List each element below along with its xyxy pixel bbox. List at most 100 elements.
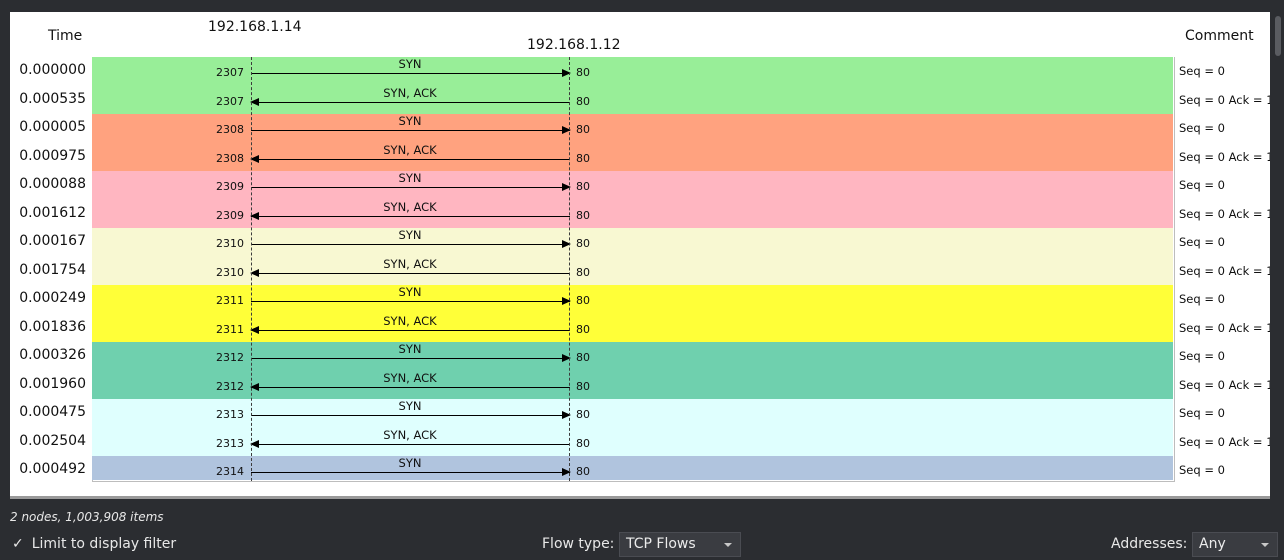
source-port: 2309 [216,180,244,193]
source-port: 2307 [216,94,244,108]
arrow-right[interactable] [251,126,571,134]
row-time[interactable]: 0.000492 [14,461,86,477]
row-time[interactable]: 0.000249 [14,290,86,306]
host-b-lifeline [569,57,570,481]
row-comment: Seq = 0 [1179,349,1225,363]
row-comment: Seq = 0 Ack = 1 [1179,149,1270,164]
destination-port: 80 [576,379,590,393]
row-comment: Seq = 0 Ack = 1 [1179,92,1270,107]
arrow-right[interactable] [251,297,571,305]
source-port: 2310 [216,237,244,250]
row-comment: Seq = 0 [1179,178,1225,192]
flow-band [92,456,1173,480]
source-port: 2313 [216,436,244,450]
row-comment: Seq = 0 [1179,235,1225,249]
row-comment: Seq = 0 Ack = 1 [1179,206,1270,221]
flow-type-label: Flow type: [542,536,615,552]
row-time[interactable]: 0.000475 [14,404,86,420]
destination-port: 80 [576,322,590,336]
arrow-right[interactable] [251,411,571,419]
comment-column-header: Comment [1185,28,1254,44]
destination-port: 80 [576,465,590,478]
arrow-right[interactable] [251,354,571,362]
row-time[interactable]: 0.000000 [14,62,86,78]
arrow-right[interactable] [251,69,571,77]
packet-label[interactable]: SYN, ACK [290,371,530,385]
arrow-left[interactable] [250,97,570,106]
arrow-right[interactable] [251,468,571,476]
row-time[interactable]: 0.000005 [14,119,86,135]
host-b-header: 192.168.1.12 [527,37,621,53]
source-port: 2311 [216,294,244,307]
row-time[interactable]: 0.000167 [14,233,86,249]
destination-port: 80 [576,436,590,450]
packet-label[interactable]: SYN [290,228,530,242]
row-time[interactable]: 0.000975 [14,148,86,164]
packet-label[interactable]: SYN [290,114,530,128]
source-port: 2312 [216,379,244,393]
destination-port: 80 [576,208,590,222]
row-time[interactable]: 0.001960 [14,376,86,392]
host-a-header: 192.168.1.14 [208,19,302,35]
scrollbar-thumb[interactable] [1275,16,1281,56]
row-time[interactable]: 0.001754 [14,262,86,278]
row-time[interactable]: 0.001836 [14,319,86,335]
destination-port: 80 [576,94,590,108]
destination-port: 80 [576,408,590,421]
row-comment: Seq = 0 Ack = 1 [1179,434,1270,449]
status-text: 2 nodes, 1,003,908 items [10,510,164,524]
source-port: 2313 [216,408,244,421]
packet-label[interactable]: SYN, ACK [290,257,530,271]
flow-graph-panel[interactable]: Time 192.168.1.14 192.168.1.12 Comment 0… [10,12,1270,496]
arrow-left[interactable] [250,382,570,391]
vertical-scrollbar[interactable] [1272,12,1284,496]
arrow-right[interactable] [251,240,571,248]
packet-label[interactable]: SYN, ACK [290,314,530,328]
destination-port: 80 [576,237,590,250]
row-time[interactable]: 0.002504 [14,433,86,449]
packet-label[interactable]: SYN [290,57,530,71]
row-comment: Seq = 0 [1179,292,1225,306]
time-column-header: Time [48,28,83,44]
arrow-left[interactable] [250,439,570,448]
packet-label[interactable]: SYN [290,171,530,185]
limit-to-display-filter-checkbox[interactable]: ✓ Limit to display filter [12,536,176,552]
row-comment: Seq = 0 [1179,406,1225,420]
packet-label[interactable]: SYN, ACK [290,200,530,214]
row-comment: Seq = 0 [1179,121,1225,135]
arrow-left[interactable] [250,268,570,277]
destination-port: 80 [576,294,590,307]
addresses-value: Any [1199,536,1226,552]
row-time[interactable]: 0.000088 [14,176,86,192]
row-time[interactable]: 0.000326 [14,347,86,363]
chevron-down-icon [1261,543,1269,547]
arrow-left[interactable] [250,211,570,220]
source-port: 2307 [216,66,244,79]
packet-label[interactable]: SYN, ACK [290,86,530,100]
arrow-right[interactable] [251,183,571,191]
flow-type-select[interactable]: TCP Flows [619,532,741,557]
packet-label[interactable]: SYN [290,342,530,356]
packet-label[interactable]: SYN [290,285,530,299]
check-icon: ✓ [12,536,24,552]
limit-to-display-filter-label: Limit to display filter [31,536,177,552]
row-time[interactable]: 0.000535 [14,91,86,107]
flow-type-value: TCP Flows [626,536,696,552]
source-port: 2309 [216,208,244,222]
row-comment: Seq = 0 Ack = 1 [1179,320,1270,335]
addresses-select[interactable]: Any [1192,532,1278,557]
source-port: 2308 [216,123,244,136]
destination-port: 80 [576,66,590,79]
horizontal-scrollbar[interactable] [10,496,1270,499]
arrow-left[interactable] [250,325,570,334]
packet-label[interactable]: SYN, ACK [290,143,530,157]
addresses-label: Addresses: [1111,536,1188,552]
row-comment: Seq = 0 Ack = 1 [1179,377,1270,392]
row-comment: Seq = 0 [1179,463,1225,477]
row-time[interactable]: 0.001612 [14,205,86,221]
arrow-left[interactable] [250,154,570,163]
packet-label[interactable]: SYN [290,399,530,413]
packet-label[interactable]: SYN [290,456,530,470]
source-port: 2311 [216,322,244,336]
packet-label[interactable]: SYN, ACK [290,428,530,442]
